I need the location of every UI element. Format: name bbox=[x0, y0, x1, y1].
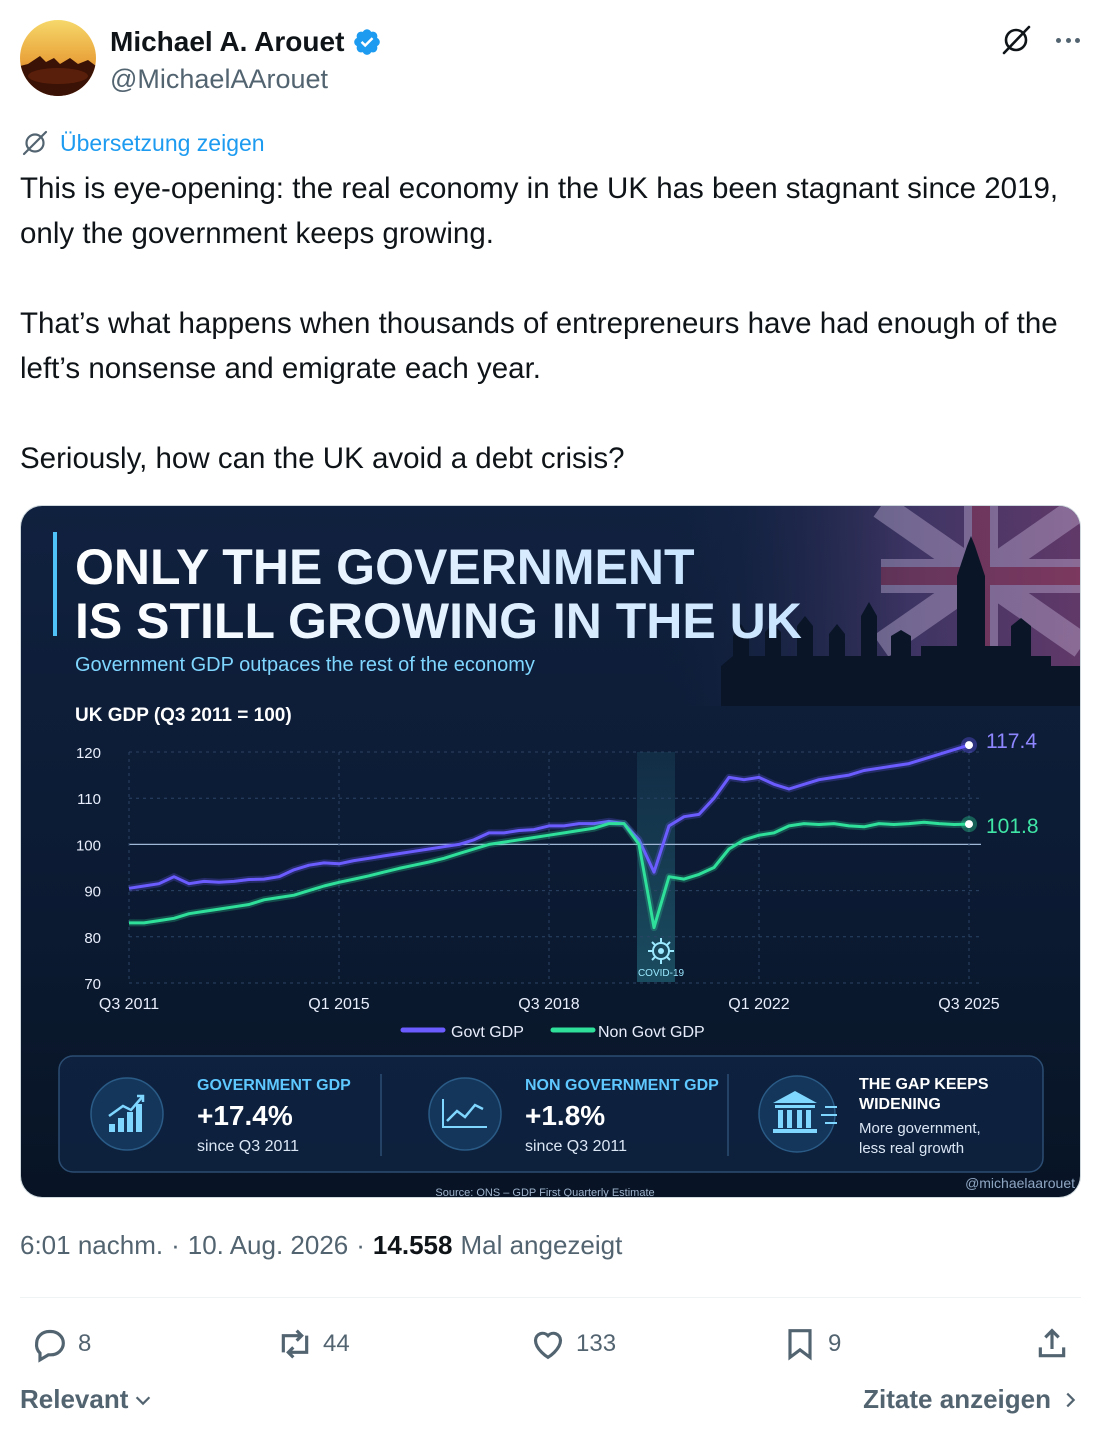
x-tick-label: Q3 2025 bbox=[938, 996, 999, 1013]
sort-dropdown[interactable]: Relevant bbox=[20, 1384, 154, 1415]
y-tick-label: 120 bbox=[76, 745, 101, 762]
infographic-title-line2: IS STILL GROWING IN THE UK bbox=[75, 593, 802, 649]
stat-nongovt-note: since Q3 2011 bbox=[525, 1138, 627, 1155]
x-tick-label: Q3 2011 bbox=[99, 996, 159, 1013]
tweet-date[interactable]: 10. Aug. 2026 bbox=[188, 1230, 348, 1261]
repost-count: 44 bbox=[323, 1330, 350, 1357]
like-count: 133 bbox=[576, 1330, 617, 1357]
bookmark-icon bbox=[788, 1329, 812, 1361]
legend-nongovt-label: Non Govt GDP bbox=[598, 1024, 705, 1041]
divider bbox=[20, 1297, 1081, 1298]
grok-icon[interactable] bbox=[998, 22, 1034, 58]
like-button[interactable]: 133 bbox=[528, 1318, 616, 1370]
infographic-watermark: @michaelaarouet bbox=[965, 1175, 1075, 1191]
infographic-subtitle: Government GDP outpaces the rest of the … bbox=[75, 654, 535, 676]
verified-badge-icon bbox=[354, 29, 381, 55]
covid-label: COVID-19 bbox=[638, 968, 685, 979]
share-button[interactable] bbox=[1032, 1318, 1072, 1370]
tweet-media-image[interactable]: ONLY THE GOVERNMENT IS STILL GROWING IN … bbox=[20, 505, 1081, 1198]
meta-separator: · bbox=[356, 1230, 365, 1260]
stat-gap-title-line1: THE GAP KEEPS bbox=[859, 1076, 989, 1093]
share-icon bbox=[1038, 1328, 1066, 1358]
repost-icon bbox=[281, 1329, 309, 1359]
stat-nongovt-value: +1.8% bbox=[525, 1100, 605, 1131]
tweet-paragraph: This is eye-opening: the real economy in… bbox=[20, 172, 1059, 250]
reply-button[interactable]: 8 bbox=[30, 1318, 91, 1370]
tweet-header: Michael A. Arouet @MichaelAArouet bbox=[20, 20, 1086, 100]
tweet-paragraph: Seriously, how can the UK avoid a debt c… bbox=[20, 442, 625, 475]
y-tick-label: 110 bbox=[77, 791, 101, 808]
tweet-paragraph: That’s what happens when thousands of en… bbox=[20, 307, 1058, 385]
stat-gap-title-line2: WIDENING bbox=[859, 1096, 941, 1113]
more-options-icon[interactable] bbox=[1050, 28, 1086, 52]
translate-icon bbox=[22, 130, 48, 156]
stat-govt-title: GOVERNMENT GDP bbox=[197, 1077, 351, 1094]
repost-button[interactable]: 44 bbox=[275, 1318, 350, 1370]
y-tick-label: 80 bbox=[84, 930, 101, 947]
tweet-meta: 6:01 nachm. · 10. Aug. 2026 · 14.558 Mal… bbox=[20, 1230, 622, 1261]
chevron-right-icon bbox=[1066, 1392, 1076, 1407]
stat-gap-note-line1: More government, bbox=[859, 1120, 981, 1137]
infographic-source: Source: ONS – GDP First Quarterly Estima… bbox=[435, 1187, 654, 1198]
y-tick-label: 90 bbox=[84, 884, 101, 901]
replies-footer: Relevant Zitate anzeigen bbox=[20, 1384, 1081, 1424]
legend-govt-label: Govt GDP bbox=[451, 1024, 524, 1041]
views-count: 14.558 bbox=[372, 1230, 453, 1260]
bookmark-count: 9 bbox=[828, 1330, 842, 1357]
tweet-text: This is eye-opening: the real economy in… bbox=[20, 166, 1090, 481]
translate-link[interactable]: Übersetzung zeigen bbox=[20, 128, 265, 158]
govt-end-value-label: 117.4 bbox=[986, 730, 1037, 753]
action-bar: 8 44 133 9 bbox=[20, 1318, 1081, 1370]
heart-icon bbox=[533, 1331, 563, 1360]
series-end-point bbox=[965, 741, 973, 750]
y-tick-label: 100 bbox=[76, 837, 101, 854]
x-tick-label: Q1 2022 bbox=[728, 996, 789, 1013]
author-handle[interactable]: @MichaelAArouet bbox=[110, 64, 328, 95]
meta-separator: · bbox=[171, 1230, 180, 1260]
tweet-time[interactable]: 6:01 nachm. bbox=[20, 1230, 163, 1261]
infographic-title-line1: ONLY THE GOVERNMENT bbox=[75, 539, 695, 595]
translate-label: Übersetzung zeigen bbox=[60, 129, 265, 156]
reply-count: 8 bbox=[78, 1330, 92, 1357]
author-name-text: Michael A. Arouet bbox=[110, 26, 345, 57]
x-tick-label: Q1 2015 bbox=[308, 996, 369, 1013]
chevron-down-icon bbox=[136, 1395, 151, 1405]
nongovt-end-value-label: 101.8 bbox=[986, 815, 1039, 838]
sort-label: Relevant bbox=[20, 1384, 129, 1414]
stat-govt-value: +17.4% bbox=[197, 1100, 293, 1131]
avatar[interactable] bbox=[20, 20, 96, 96]
stat-gap-note-line2: less real growth bbox=[859, 1140, 964, 1157]
reply-icon bbox=[35, 1329, 65, 1363]
chart-title: UK GDP (Q3 2011 = 100) bbox=[75, 705, 292, 726]
views-label: Mal angezeigt bbox=[460, 1230, 623, 1260]
bookmark-button[interactable]: 9 bbox=[780, 1318, 841, 1370]
series-end-point bbox=[965, 820, 973, 829]
quotes-label: Zitate anzeigen bbox=[863, 1384, 1051, 1414]
stat-govt-note: since Q3 2011 bbox=[197, 1138, 299, 1155]
y-tick-label: 70 bbox=[84, 976, 101, 993]
stat-nongovt-title: NON GOVERNMENT GDP bbox=[525, 1077, 719, 1094]
x-tick-label: Q3 2018 bbox=[518, 996, 579, 1013]
quotes-link[interactable]: Zitate anzeigen bbox=[863, 1384, 1081, 1415]
author-name[interactable]: Michael A. Arouet bbox=[110, 26, 382, 58]
